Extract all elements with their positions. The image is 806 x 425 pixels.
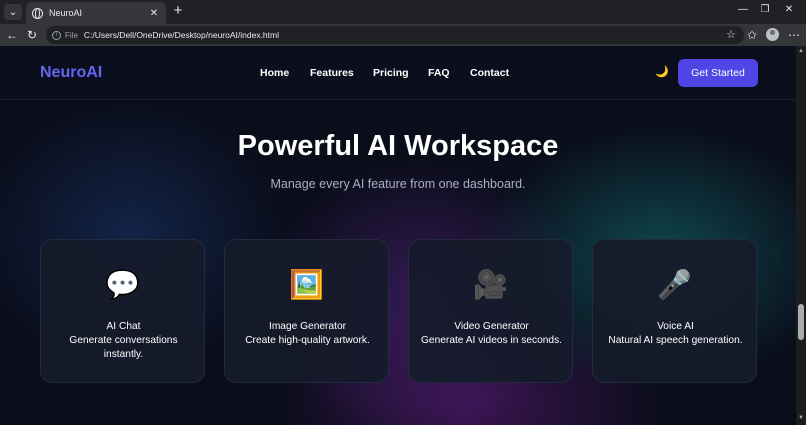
nav-link-pricing[interactable]: Pricing xyxy=(373,67,409,79)
tab-search-chevron-icon[interactable]: ⌄ xyxy=(4,4,22,20)
feature-description: Generate conversations instantly. xyxy=(69,335,178,360)
hero-title: Powerful AI Workspace xyxy=(237,130,559,162)
feature-title: Video Generator xyxy=(454,321,529,332)
site-logo[interactable]: NeuroAI xyxy=(40,64,102,82)
feature-description: Generate AI videos in seconds. xyxy=(421,335,563,346)
new-tab-plus-icon[interactable]: + xyxy=(170,3,186,19)
favorites-icon[interactable]: ✩ xyxy=(744,27,760,43)
feature-description: Natural AI speech generation. xyxy=(608,335,743,346)
framed-picture-icon: 🖼️ xyxy=(289,269,324,300)
nav-link-features[interactable]: Features xyxy=(310,67,354,79)
movie-camera-icon: 🎥 xyxy=(473,269,508,300)
scroll-up-icon[interactable]: ▲ xyxy=(797,48,805,54)
more-menu-icon[interactable]: ⋯ xyxy=(786,27,802,43)
feature-card-text: AI Chat Generate conversations instantly… xyxy=(53,320,194,362)
profile-avatar[interactable] xyxy=(766,28,779,41)
browser-tab-strip: ⌄ NeuroAI ✕ + — ❐ ✕ xyxy=(0,0,806,24)
feature-card-voice-ai[interactable]: 🎤 Voice AI Natural AI speech generation. xyxy=(592,239,757,383)
hero-subtitle: Manage every AI feature from one dashboa… xyxy=(270,177,526,191)
close-window-icon[interactable]: ✕ xyxy=(782,4,796,15)
bookmark-star-icon[interactable]: ☆ xyxy=(726,28,736,41)
url-scheme-label: File xyxy=(65,30,78,40)
microphone-icon: 🎤 xyxy=(657,269,692,300)
scroll-down-icon[interactable]: ▼ xyxy=(797,415,805,421)
moon-icon[interactable]: 🌙 xyxy=(655,65,669,78)
feature-card-text: Voice AI Natural AI speech generation. xyxy=(605,320,746,348)
info-icon[interactable]: i xyxy=(52,30,61,40)
feature-card-text: Video Generator Generate AI videos in se… xyxy=(421,320,562,348)
get-started-button[interactable]: Get Started xyxy=(678,59,758,87)
back-arrow-icon[interactable]: ← xyxy=(4,27,20,43)
nav-link-home[interactable]: Home xyxy=(260,67,289,79)
scrollbar-thumb[interactable] xyxy=(798,304,804,340)
feature-title: AI Chat xyxy=(106,321,141,332)
url-text[interactable]: C:/Users/Dell/OneDrive/Desktop/neuroAI/i… xyxy=(84,30,279,40)
restore-icon[interactable]: ❐ xyxy=(758,4,772,15)
browser-tab[interactable]: NeuroAI ✕ xyxy=(26,2,166,24)
site-navbar: NeuroAI Home Features Pricing FAQ Contac… xyxy=(0,46,796,100)
feature-card-video-generator[interactable]: 🎥 Video Generator Generate AI videos in … xyxy=(408,239,573,383)
nav-link-contact[interactable]: Contact xyxy=(470,67,509,79)
tab-title: NeuroAI xyxy=(49,8,83,18)
feature-title: Image Generator xyxy=(268,321,346,332)
minimize-icon[interactable]: — xyxy=(736,4,750,15)
web-page: NeuroAI Home Features Pricing FAQ Contac… xyxy=(0,46,796,425)
feature-card-text: Image Generator Create high-quality artw… xyxy=(237,320,378,348)
speech-bubble-icon: 💬 xyxy=(105,269,140,300)
page-scrollbar[interactable]: ▲ ▼ xyxy=(796,46,806,425)
globe-icon xyxy=(32,7,43,19)
feature-description: Create high-quality artwork. xyxy=(245,335,370,346)
reload-icon[interactable]: ↻ xyxy=(24,27,40,43)
browser-toolbar: ← ↻ i File C:/Users/Dell/OneDrive/Deskto… xyxy=(0,24,806,46)
close-tab-icon[interactable]: ✕ xyxy=(148,8,160,19)
nav-link-faq[interactable]: FAQ xyxy=(428,67,450,79)
address-bar[interactable]: i File C:/Users/Dell/OneDrive/Desktop/ne… xyxy=(46,26,744,44)
feature-title: Voice AI xyxy=(657,321,694,332)
feature-card-ai-chat[interactable]: 💬 AI Chat Generate conversations instant… xyxy=(40,239,205,383)
feature-card-image-generator[interactable]: 🖼️ Image Generator Create high-quality a… xyxy=(224,239,389,383)
